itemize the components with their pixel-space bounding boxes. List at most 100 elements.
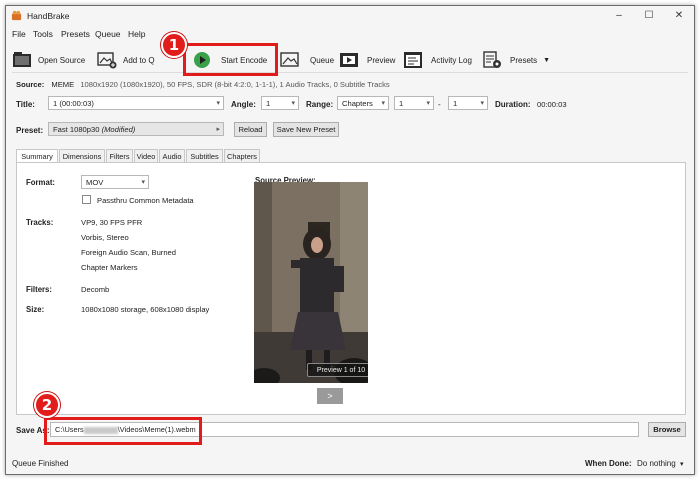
menu-bar: File Tools Presets Queue Help xyxy=(6,26,694,41)
angle-select[interactable]: 1 ▾ xyxy=(261,96,299,110)
terminal-icon xyxy=(404,52,422,68)
queue-label: Queue xyxy=(310,55,335,65)
toolbar-divider xyxy=(12,72,688,73)
passthru-metadata-label: Passthru Common Metadata xyxy=(97,196,194,205)
tab-filters[interactable]: Filters xyxy=(106,149,133,162)
source-info: Source: MEME 1080x1920 (1080x1920), 50 F… xyxy=(16,80,390,89)
preset-value: Fast 1080p30 xyxy=(53,125,100,134)
handbrake-logo-icon xyxy=(11,10,22,21)
handbrake-window: HandBrake – ☐ ✕ File Tools Presets Queue… xyxy=(5,5,695,475)
duration-label: Duration: xyxy=(495,100,531,109)
preset-label: Preset: xyxy=(16,126,44,135)
minimize-button[interactable]: – xyxy=(604,7,634,25)
angle-label: Angle: xyxy=(231,100,256,109)
close-button[interactable]: ✕ xyxy=(664,7,694,25)
chevron-right-icon: ▸ xyxy=(216,126,220,133)
maximize-button[interactable]: ☐ xyxy=(634,7,664,25)
duration-value: 00:00:03 xyxy=(537,100,567,109)
track-item: VP9, 30 FPS PFR xyxy=(81,218,143,227)
range-start-value: 1 xyxy=(399,99,404,108)
chevron-down-icon: ▾ xyxy=(480,100,484,107)
tab-summary[interactable]: Summary xyxy=(16,149,58,163)
tab-subtitles[interactable]: Subtitles xyxy=(186,149,223,162)
title-label: Title: xyxy=(16,100,35,109)
format-value: MOV xyxy=(86,178,104,187)
menu-presets[interactable]: Presets xyxy=(61,29,90,39)
add-to-queue-label: Add to Q xyxy=(123,55,155,65)
track-item: Vorbis, Stereo xyxy=(81,233,129,242)
add-image-icon xyxy=(97,52,117,69)
open-source-button[interactable]: Open Source xyxy=(12,48,85,72)
source-details: 1080x1920 (1080x1920), 50 FPS, SDR (8-bi… xyxy=(80,80,390,89)
source-name: MEME xyxy=(51,80,75,89)
range-end-select[interactable]: 1 ▾ xyxy=(448,96,488,110)
chevron-down-icon: ▼ xyxy=(543,56,551,64)
format-select[interactable]: MOV ▾ xyxy=(81,175,149,189)
activity-log-button[interactable]: Activity Log xyxy=(403,48,472,72)
filters-value: Decomb xyxy=(81,285,110,294)
range-end-value: 1 xyxy=(453,99,458,108)
tab-dimensions[interactable]: Dimensions xyxy=(59,149,105,162)
preview-label: Preview xyxy=(367,55,396,65)
start-encode-highlight xyxy=(183,43,278,76)
queue-status: Queue Finished xyxy=(12,459,69,468)
reload-button[interactable]: Reload xyxy=(234,122,267,137)
callout-badge-2: 2 xyxy=(34,392,60,418)
range-label: Range: xyxy=(306,100,334,109)
chevron-down-icon: ▾ xyxy=(141,179,145,186)
preview-button[interactable]: Preview xyxy=(339,48,395,72)
menu-tools[interactable]: Tools xyxy=(33,29,53,39)
presets-label: Presets xyxy=(510,55,538,65)
tab-chapters[interactable]: Chapters xyxy=(224,149,260,162)
preset-select[interactable]: Fast 1080p30 (Modified) ▸ xyxy=(48,122,224,136)
film-folder-icon xyxy=(13,52,31,67)
size-label: Size: xyxy=(26,305,45,314)
format-label: Format: xyxy=(26,178,56,187)
when-done-value: Do nothing xyxy=(637,459,676,468)
source-label: Source: xyxy=(16,80,45,89)
tab-video[interactable]: Video xyxy=(134,149,158,162)
callout-badge-1: 1 xyxy=(161,32,187,58)
status-bar: Queue Finished When Done: Do nothing ▾ xyxy=(6,454,694,474)
film-strip-icon xyxy=(340,53,358,67)
presets-button[interactable]: Presets ▼ xyxy=(482,48,550,72)
save-as-highlight xyxy=(44,417,202,445)
title-select[interactable]: 1 (00:00:03) ▾ xyxy=(48,96,224,110)
open-source-label: Open Source xyxy=(38,55,86,65)
range-type-select[interactable]: Chapters ▾ xyxy=(337,96,389,110)
window-title: HandBrake xyxy=(27,11,70,21)
title-value: 1 (00:00:03) xyxy=(53,99,94,108)
track-item: Foreign Audio Scan, Burned xyxy=(81,248,176,257)
title-bar: HandBrake – ☐ ✕ xyxy=(6,6,694,26)
tab-audio[interactable]: Audio xyxy=(159,149,185,162)
preview-counter: Preview 1 of 10 xyxy=(307,363,368,377)
chevron-down-icon: ▾ xyxy=(291,100,295,107)
range-dash: - xyxy=(438,100,441,109)
chevron-down-icon: ▾ xyxy=(381,100,385,107)
passthru-metadata-checkbox[interactable] xyxy=(82,195,91,204)
presets-gear-icon xyxy=(483,51,501,68)
source-preview-image: Preview 1 of 10 xyxy=(254,182,368,383)
range-type-value: Chapters xyxy=(342,99,373,108)
range-start-select[interactable]: 1 ▾ xyxy=(394,96,434,110)
angle-value: 1 xyxy=(266,99,271,108)
activity-log-label: Activity Log xyxy=(431,55,472,65)
preview-photo xyxy=(254,182,368,383)
chevron-down-icon: ▾ xyxy=(426,100,430,107)
filters-label: Filters: xyxy=(26,285,52,294)
when-done-select[interactable]: Do nothing ▾ xyxy=(637,459,683,468)
browse-button[interactable]: Browse xyxy=(648,422,686,437)
menu-help[interactable]: Help xyxy=(128,29,145,39)
menu-file[interactable]: File xyxy=(12,29,26,39)
save-new-preset-button[interactable]: Save New Preset xyxy=(273,122,339,137)
chevron-down-icon: ▾ xyxy=(679,461,684,468)
add-to-queue-button[interactable]: Add to Q xyxy=(97,48,155,72)
queue-icon xyxy=(280,52,299,67)
next-preview-button[interactable]: > xyxy=(317,388,343,404)
queue-button[interactable]: Queue xyxy=(280,48,334,72)
preset-modified: (Modified) xyxy=(101,125,136,134)
when-done-label: When Done: xyxy=(585,459,632,468)
menu-queue[interactable]: Queue xyxy=(95,29,121,39)
size-value: 1080x1080 storage, 608x1080 display xyxy=(81,305,210,314)
track-item: Chapter Markers xyxy=(81,263,138,272)
